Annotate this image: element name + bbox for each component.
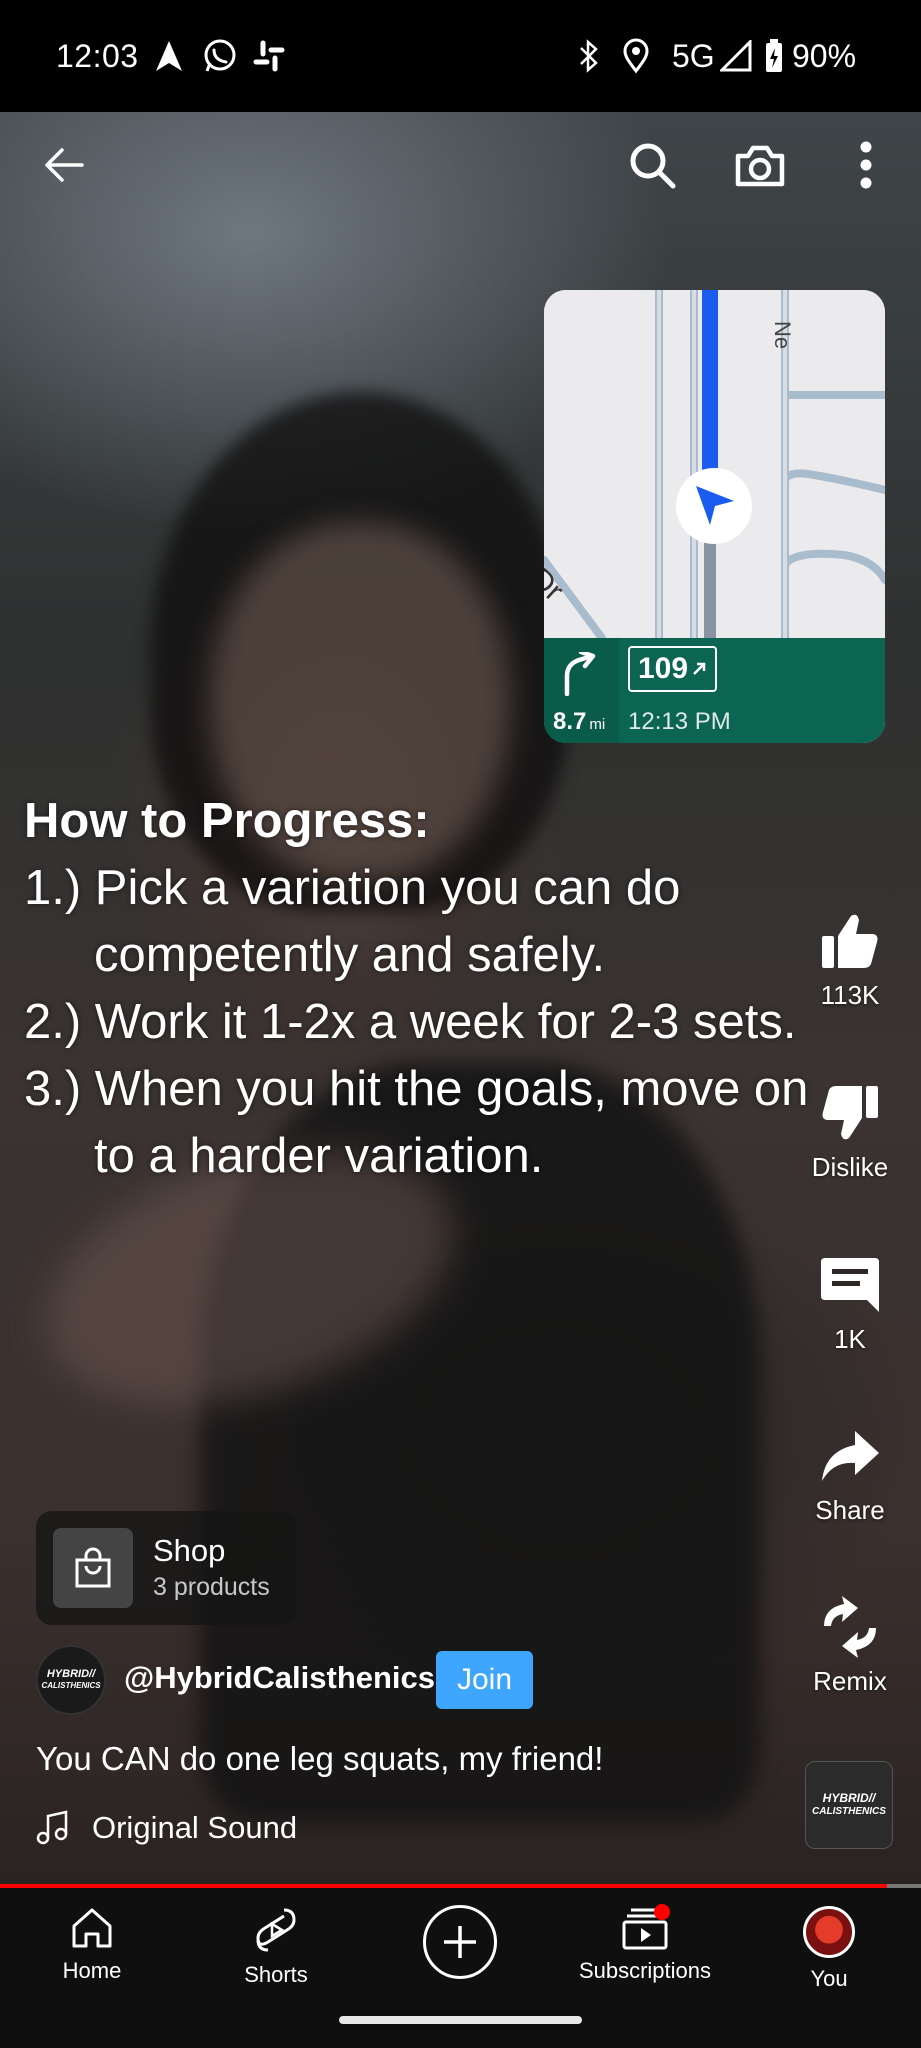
caption-line-3-cont: to a harder variation. [94,1129,544,1183]
status-bar: 12:03 5G 90% [0,0,921,112]
caption-heading: How to Progress: [24,794,430,848]
shorts-icon [256,1908,296,1952]
location-icon [622,36,650,76]
like-count: 113K [820,980,880,1010]
remix-icon [824,1596,876,1658]
distance-unit: mi [589,716,606,733]
bluetooth-icon [576,36,602,76]
share-button[interactable]: Share [790,1425,910,1526]
nav-home[interactable]: Home [12,1906,172,1984]
video-title[interactable]: You CAN do one leg squats, my friend! [36,1740,603,1778]
nav-home-label: Home [62,1958,122,1983]
sound-thumb-text-2: CALISTHENICS [812,1806,886,1817]
share-icon [822,1431,879,1481]
share-label: Share [815,1495,885,1525]
music-note-icon [36,1810,68,1845]
navigation-arrow-icon [154,36,184,76]
plus-icon [444,1926,476,1958]
route-shield: 109 [628,646,718,692]
channel-avatar[interactable]: HYBRID// CALISTHENICS [36,1645,106,1715]
nav-you-label: You [810,1966,848,1991]
nav-shorts[interactable]: Shorts [196,1906,356,1988]
back-arrow-icon[interactable] [28,129,100,201]
notification-dot [654,1904,670,1920]
whatsapp-icon [202,36,238,76]
eta-time: 12:13 PM [628,708,731,735]
home-icon [72,1908,112,1948]
sound-thumb-text-1: HYBRID// [822,1791,876,1805]
shop-subtitle: 3 products [153,1573,270,1601]
camera-icon[interactable] [724,129,796,201]
signal-icon [720,36,752,76]
distance-readout: 8.7 mi [553,708,605,736]
video-caption: How to Progress: 1.) Pick a variation yo… [24,788,904,1190]
shop-title: Shop [153,1533,226,1568]
navigation-map [544,290,885,638]
caption-line-1-cont: competently and safely. [94,928,606,982]
original-sound-link[interactable]: Original Sound [36,1810,297,1846]
turn-box: 8.7 mi [544,638,619,743]
sound-label: Original Sound [92,1810,298,1845]
thumbs-up-icon [822,914,878,968]
navigation-instruction-bar: 8.7 mi 109 12:13 PM [544,638,885,743]
channel-handle[interactable]: @HybridCalisthenics [124,1660,435,1696]
avatar-text-2: CALISTHENICS [41,1681,101,1690]
home-indicator[interactable] [339,2016,582,2024]
battery-charging-icon [764,36,784,76]
caption-line-3: 3.) When you hit the goals, move on [24,1062,809,1116]
distance-value: 8.7 [553,708,587,735]
create-button[interactable] [423,1905,497,1979]
search-icon[interactable] [616,129,688,201]
remix-button[interactable]: Remix [790,1596,910,1697]
slack-icon [252,36,286,76]
dislike-label: Dislike [811,1152,889,1182]
join-button[interactable]: Join [436,1651,533,1709]
dislike-button[interactable]: Dislike [790,1082,910,1183]
street-label-ne: Ne [770,321,795,350]
caption-line-2: 2.) Work it 1-2x a week for 2-3 sets. [24,995,797,1049]
caption-line-1: 1.) Pick a variation you can do [24,861,681,915]
comments-button[interactable]: 1K [790,1254,910,1355]
shopping-bag-icon [53,1528,133,1608]
route-exit-arrow-icon [693,662,706,675]
nav-shorts-label: Shorts [244,1962,308,1987]
thumbs-down-icon [822,1086,878,1140]
like-button[interactable]: 113K [790,910,910,1011]
nav-subscriptions-label: Subscriptions [578,1958,712,1983]
battery-percent: 90% [792,38,857,74]
nav-you[interactable]: You [749,1906,909,1992]
route-number: 109 [638,652,689,685]
status-time: 12:03 [56,38,139,74]
comment-count: 1K [834,1324,866,1354]
network-type: 5G [672,38,715,74]
user-avatar [803,1906,855,1958]
avatar-text-1: HYBRID// [46,1668,96,1680]
bottom-navigation: Home Shorts Subscriptions You [0,1888,921,2048]
comment-icon [821,1258,879,1312]
navigation-overlay[interactable]: Dr Ne 8.7 mi 109 12:13 PM [544,290,885,743]
nav-subscriptions[interactable]: Subscriptions [565,1904,725,1984]
sound-thumbnail[interactable]: HYBRID// CALISTHENICS [805,1761,893,1849]
more-vert-icon[interactable] [830,129,902,201]
turn-right-arrow-icon [564,652,596,696]
shop-chip[interactable]: Shop 3 products [36,1511,296,1625]
remix-label: Remix [813,1666,887,1696]
